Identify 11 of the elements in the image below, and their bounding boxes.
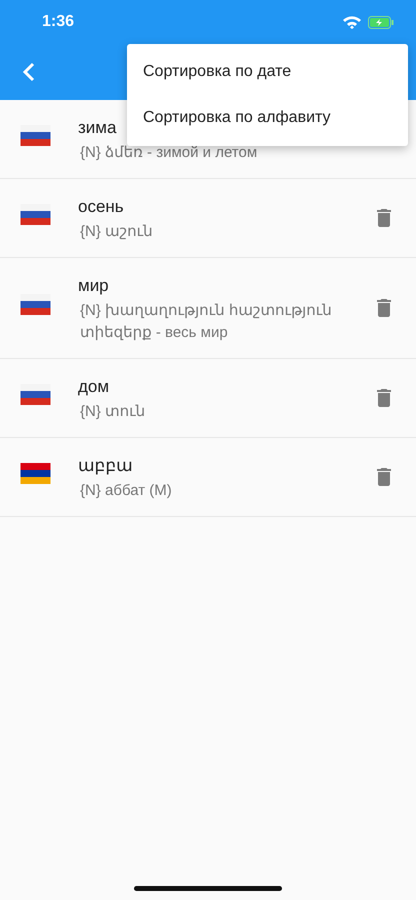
word-title: осень (78, 197, 124, 217)
word-translation: {N} խաղաղություն հաշտություն տիեզերք - весь мир (79, 301, 333, 343)
word-title: дом (78, 377, 110, 397)
status-time: 1:36 (42, 13, 74, 31)
word-translation: {N} աշուն (79, 222, 153, 242)
word-translation: {N} ձմեռ - зимой и летом (79, 143, 258, 163)
word-title: мир (78, 276, 109, 296)
word-title: աբբա (78, 456, 133, 476)
word-translation: {N} տուն (79, 402, 146, 422)
word-title: зима (78, 118, 116, 138)
word-translation: {N} аббат (M) (79, 481, 172, 501)
